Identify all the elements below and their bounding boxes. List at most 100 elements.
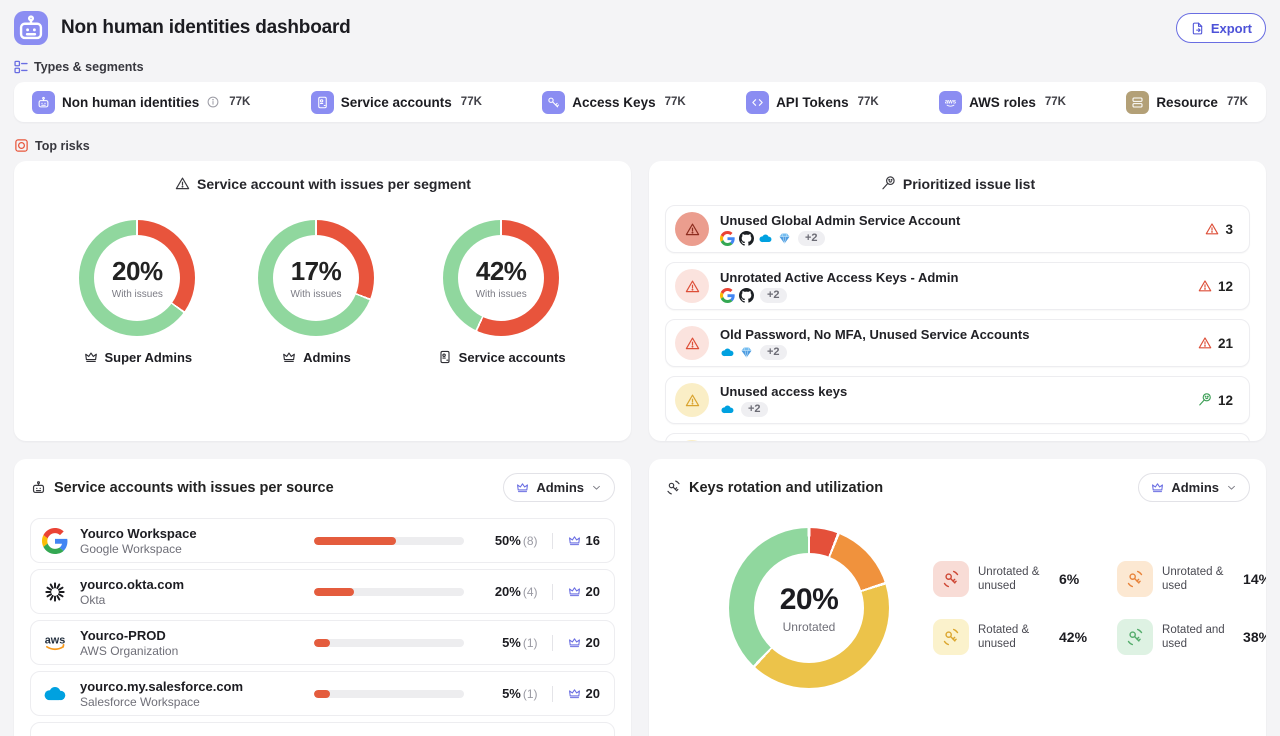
crown-icon (567, 584, 582, 599)
divider (552, 635, 553, 651)
source-name: Yourco Workspace (80, 526, 197, 541)
issue-row[interactable]: Unused Global Admin Service Account +2 3 (665, 205, 1250, 253)
legend-item: Unrotated & used 14% (1117, 561, 1266, 597)
salesforce-icon (720, 402, 735, 417)
sources-panel: Service accounts with issues per source … (14, 459, 631, 736)
legend-label: Rotated & unused (978, 623, 1050, 652)
chevron-down-icon (1225, 481, 1238, 494)
crown-icon (281, 349, 297, 365)
admins-count: 20 (567, 635, 600, 650)
key-rotate-icon (1117, 561, 1153, 597)
key-rotate-icon (933, 619, 969, 655)
code-icon (746, 91, 769, 114)
type-item-service-accounts[interactable]: Service accounts 77K (311, 91, 482, 114)
issue-count: 21 (1197, 335, 1233, 351)
issues-percentage: 5% (1) (476, 635, 538, 650)
issues-progress-bar (314, 537, 464, 545)
aws-icon: aws (42, 630, 68, 656)
legend-label: Unrotated & unused (978, 565, 1050, 594)
sources-panel-header: Service accounts with issues per source … (30, 473, 615, 502)
aws-icon: aws (939, 91, 962, 114)
source-row[interactable] (30, 722, 615, 736)
source-type: Okta (80, 593, 184, 607)
issues-percentage: 5% (1) (476, 686, 538, 701)
gem-icon (777, 231, 792, 246)
type-label: Access Keys (572, 95, 655, 110)
admins-count: 20 (567, 686, 600, 701)
type-label: Non human identities (62, 95, 199, 110)
segment-filter-dropdown[interactable]: Admins (503, 473, 615, 502)
legend-label: Rotated and used (1162, 623, 1234, 652)
high-warning-badge (675, 269, 709, 303)
type-item-access-keys[interactable]: Access Keys 77K (542, 91, 685, 114)
source-row-list: Yourco Workspace Google Workspace 50% (8… (30, 518, 615, 736)
type-count: 77K (665, 96, 686, 108)
export-button[interactable]: Export (1176, 13, 1266, 43)
issue-title: Unrotated active access keys - Account (720, 441, 964, 442)
issues-percentage: 50% (8) (476, 533, 538, 548)
robot-icon (14, 11, 48, 45)
issues-progress-bar (314, 639, 464, 647)
segment-filter-dropdown[interactable]: Admins (1138, 473, 1250, 502)
type-count: 77K (858, 96, 879, 108)
issue-platforms: +2 (720, 402, 847, 417)
type-count: 77K (229, 96, 250, 108)
crown-icon (567, 635, 582, 650)
svg-text:aws: aws (45, 634, 65, 646)
type-item-non-human-identities[interactable]: Non human identities 77K (32, 91, 250, 114)
source-row[interactable]: aws Yourco-PROD AWS Organization 5% (1) … (30, 620, 615, 665)
medium-warning-badge (675, 383, 709, 417)
keys-panel: Keys rotation and utilization Admins 20%… (649, 459, 1266, 736)
issue-row[interactable]: Unrotated Active Access Keys - Admin +2 … (665, 262, 1250, 310)
type-item-aws-roles[interactable]: aws AWS roles 77K (939, 91, 1066, 114)
segments-panel: Service account with issues per segment … (14, 161, 631, 441)
keys-legend: Unrotated & unused 6% Unrotated & used 1… (933, 561, 1266, 655)
source-name: Yourco-PROD (80, 628, 178, 643)
github-icon (739, 288, 754, 303)
key-rotate-icon (1117, 619, 1153, 655)
sources-panel-title: Service accounts with issues per source (54, 480, 334, 496)
github-icon (739, 231, 754, 246)
source-type: AWS Organization (80, 644, 178, 658)
robot-icon (30, 479, 47, 496)
segments-icon (14, 60, 28, 74)
issue-row[interactable]: Unrotated active access keys - Account +… (665, 433, 1250, 441)
source-row[interactable]: yourco.my.salesforce.com Salesforce Work… (30, 671, 615, 716)
robot-icon (32, 91, 55, 114)
resource-icon (1126, 91, 1149, 114)
source-name: yourco.my.salesforce.com (80, 679, 243, 694)
info-icon[interactable] (206, 95, 220, 109)
crown-icon (567, 533, 582, 548)
crown-icon (1150, 480, 1165, 495)
more-platforms-chip: +2 (741, 402, 768, 417)
keys-panel-title: Keys rotation and utilization (689, 480, 883, 496)
issue-platforms: +2 (720, 231, 960, 246)
export-icon (1190, 21, 1205, 36)
more-platforms-chip: +2 (760, 288, 787, 303)
chevron-down-icon (590, 481, 603, 494)
donut-service-accounts: 42% With issues Service accounts (437, 220, 566, 365)
salesforce-icon (720, 345, 735, 360)
issues-panel-title-row: Prioritized issue list (665, 175, 1250, 192)
issue-row[interactable]: Old Password, No MFA, Unused Service Acc… (665, 319, 1250, 367)
type-item-api-tokens[interactable]: API Tokens 77K (746, 91, 879, 114)
donut-caption: With issues (290, 289, 341, 300)
google-icon (42, 528, 68, 554)
legend-value: 6% (1059, 571, 1079, 587)
key-rotation-icon (665, 479, 682, 496)
salesforce-icon (42, 681, 68, 707)
type-item-resource[interactable]: Resource 77K (1126, 91, 1248, 114)
source-row[interactable]: yourco.okta.com Okta 20% (4) 20 (30, 569, 615, 614)
header: Non human identities dashboard Export (14, 0, 1266, 56)
issues-percentage: 20% (4) (476, 584, 538, 599)
target-icon (14, 138, 29, 153)
issue-row[interactable]: Unused access keys +2 12 (665, 376, 1250, 424)
admins-count: 16 (567, 533, 600, 548)
source-name: yourco.okta.com (80, 577, 184, 592)
issues-progress-bar (314, 588, 464, 596)
export-label: Export (1211, 21, 1252, 36)
key-icon (542, 91, 565, 114)
source-row[interactable]: Yourco Workspace Google Workspace 50% (8… (30, 518, 615, 563)
donut-segment-label: Service accounts (437, 349, 566, 365)
high-warning-badge (675, 326, 709, 360)
